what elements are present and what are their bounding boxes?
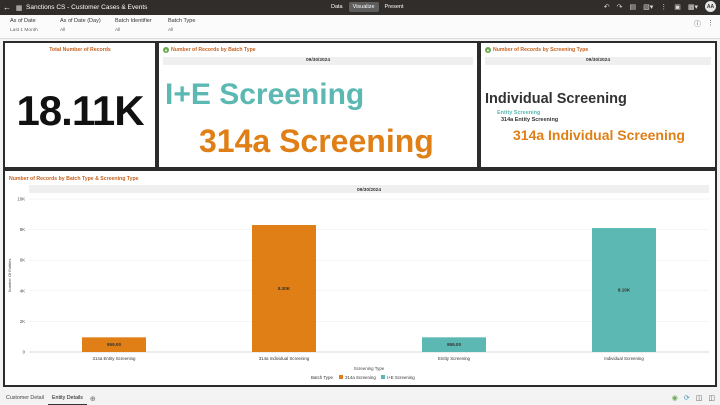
y-tick-label: 6K (20, 258, 25, 263)
data-label: 959.00 (447, 342, 461, 347)
mode-present[interactable]: Present (381, 2, 408, 12)
tile-records-by-batch-type[interactable]: ▼ Number of Records by Batch Type 09/30/… (159, 43, 477, 167)
word-ie-screening[interactable]: I+E Screening (165, 78, 364, 112)
legend-entry: I+E Screening (387, 375, 415, 380)
data-label: 8.10K (618, 288, 631, 293)
filter-label: Batch Identifier (115, 18, 152, 24)
filter-value: All (60, 28, 66, 33)
page-icon[interactable]: ▣ (674, 3, 681, 11)
word-individual-screening[interactable]: Individual Screening (485, 91, 627, 107)
filter-label: As of Date (Day) (60, 18, 101, 24)
filter-label: Batch Type (168, 18, 196, 24)
tile-total-records[interactable]: Total Number of Records 18.11K (5, 43, 155, 167)
dashboard-canvas: Total Number of Records 18.11K ▼ Number … (3, 41, 717, 387)
add-canvas-icon[interactable]: ⊕ (90, 395, 96, 403)
filter-bar: As of Date Last 1 Month As of Date (Day)… (0, 15, 720, 39)
panel-icon[interactable]: ◫ (708, 394, 715, 402)
filter-label: As of Date (10, 18, 36, 24)
tab-entity-details[interactable]: Entity Details (47, 392, 87, 405)
tile-bar-chart[interactable]: Number of Records by Batch Type & Screen… (5, 171, 715, 385)
canvas-tools: ◉ ⟳ ◫ ◫ (672, 394, 715, 402)
y-tick-label: 2K (20, 319, 25, 324)
workbook-icon: ▦ (15, 4, 23, 12)
info-icon[interactable]: ⓘ (694, 19, 701, 29)
tile-records-by-screening-type[interactable]: ▼ Number of Records by Screening Type 09… (481, 43, 715, 167)
filter-applied-icon: ▼ (163, 47, 169, 53)
tile-title: ▼ Number of Records by Screening Type (485, 47, 589, 53)
x-axis-label: Screening Type (354, 366, 385, 371)
map-pin-icon[interactable]: ◉ (672, 394, 678, 402)
tab-customer-detail[interactable]: Customer Detail (2, 392, 48, 405)
menu-icon[interactable]: ⋮ (660, 3, 667, 11)
save-icon[interactable]: ▤ (629, 3, 636, 11)
canvas-tabs: Customer Detail Entity Details ⊕ ◉ ⟳ ◫ ◫ (0, 392, 720, 405)
data-label: 8.30K (278, 286, 291, 291)
y-tick-label: 4K (20, 288, 25, 293)
app-title: Sanctions CS - Customer Cases & Events (26, 4, 148, 11)
tile-title: ▼ Number of Records by Batch Type (163, 47, 256, 53)
x-tick-label: 314a Entity Screening (93, 356, 137, 361)
x-tick-label: Entity Screening (438, 356, 471, 361)
header-actions: ↶ ↷ ▤ ▧▾ ⋮ ▣ ▩▾ AA (604, 1, 716, 12)
layout-icon[interactable]: ◫ (696, 394, 703, 402)
facet-label: 09/30/2024 (357, 187, 381, 193)
filter-actions: ⓘ ⋮ (694, 19, 714, 29)
legend-title: Batch Type (311, 375, 333, 380)
word-314a-entity-screening[interactable]: 314a Entity Screening (501, 117, 558, 123)
legend-entry: 314a Screening (345, 375, 376, 380)
facet-date: 09/30/2024 (485, 57, 711, 65)
word-entity-screening[interactable]: Entity Screening (497, 110, 540, 116)
sync-icon[interactable]: ⟳ (684, 394, 690, 402)
filter-value: All (168, 28, 174, 33)
y-tick-label: 0 (23, 350, 26, 355)
tile-title: Total Number of Records (49, 47, 111, 53)
y-tick-label: 10K (18, 197, 26, 202)
mode-data[interactable]: Data (327, 2, 347, 12)
app-header: ← ▦ Sanctions CS - Customer Cases & Even… (0, 0, 720, 15)
filter-batch-identifier[interactable]: Batch Identifier All (115, 18, 152, 33)
facet-date: 09/30/2024 (163, 57, 473, 65)
filter-value: Last 1 Month (10, 28, 38, 33)
more-icon[interactable]: ⋮ (707, 19, 714, 29)
filter-as-of-date-day[interactable]: As of Date (Day) All (60, 18, 101, 33)
word-314a-individual-screening[interactable]: 314a Individual Screening (513, 127, 685, 143)
mode-switcher: Data Visualize Present (327, 2, 408, 12)
redo-icon[interactable]: ↷ (617, 3, 623, 11)
filter-batch-type[interactable]: Batch Type All (168, 18, 195, 33)
bar-chart: 09/30/2024 0 2K 4K 6K 8K 10K Number Of Entities… (7, 185, 709, 380)
word-314a-screening[interactable]: 314a Screening (199, 123, 434, 160)
y-tick-label: 8K (20, 227, 25, 232)
legend-swatch (339, 375, 343, 379)
filter-as-of-date[interactable]: As of Date Last 1 Month (10, 18, 38, 33)
share-icon[interactable]: ▧▾ (643, 3, 653, 11)
mode-visualize[interactable]: Visualize (348, 2, 379, 12)
y-axis-label: Number Of Entities (7, 259, 12, 293)
x-tick-label: 314a Individual Screening (259, 356, 310, 361)
filter-value: All (115, 28, 121, 33)
x-tick-label: Individual Screening (604, 356, 644, 361)
back-arrow-icon[interactable]: ← (0, 3, 14, 12)
total-records-value: 18.11K (16, 87, 144, 134)
data-label: 959.00 (107, 342, 121, 347)
legend-swatch (381, 375, 385, 379)
export-icon[interactable]: ▩▾ (688, 3, 698, 11)
undo-icon[interactable]: ↶ (604, 3, 610, 11)
filter-applied-icon: ▼ (485, 47, 491, 53)
avatar[interactable]: AA (705, 1, 716, 12)
